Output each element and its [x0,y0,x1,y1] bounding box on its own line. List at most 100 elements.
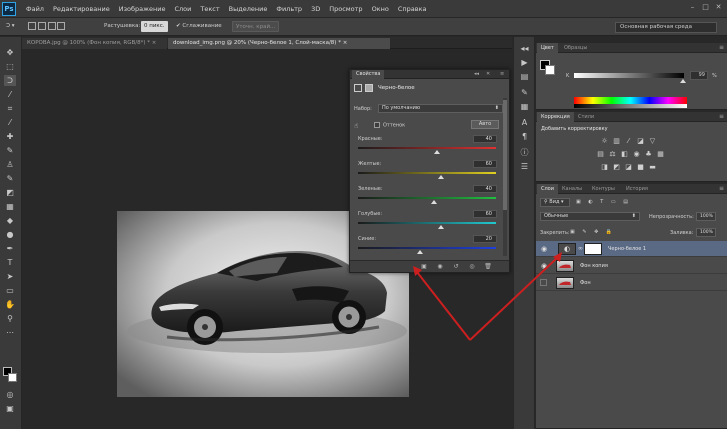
visibility-icon[interactable]: ◎ [468,263,476,271]
panel-icon-character[interactable]: A [519,117,530,128]
slider-track[interactable] [358,222,496,224]
panel-menu-icon[interactable]: ≡ [500,70,504,79]
menu-window[interactable]: Окно [372,5,389,13]
brush-tool-icon[interactable]: ✎ [4,145,16,156]
k-value-input[interactable]: 99 [690,71,708,80]
lasso-tool-icon[interactable]: ᑐ [4,75,16,86]
slider-value-input[interactable]: 60 [473,210,497,218]
exposure-icon[interactable]: ◪ [636,137,645,146]
panel-menu-icon[interactable]: ≡ [719,184,724,194]
auto-button[interactable]: Авто [471,120,499,129]
panel-menu-icon[interactable]: ≡ [719,112,724,122]
menu-layers[interactable]: Слои [174,5,191,13]
crop-tool-icon[interactable]: ⌗ [4,103,16,114]
layer-row-bg[interactable]: Фон [536,275,727,291]
gray-ramp[interactable] [574,104,687,108]
move-tool-icon[interactable]: ✥ [4,47,16,58]
panel-icon-layer-comps[interactable]: ☰ [519,161,530,172]
levels-icon[interactable]: ▥ [612,137,621,146]
stamp-tool-icon[interactable]: ♙ [4,159,16,170]
shape-tool-icon[interactable]: ▭ [4,285,16,296]
workspace-select[interactable]: Основная рабочая среда [615,22,717,33]
add-selection-icon[interactable] [37,21,46,30]
invert-icon[interactable]: ◨ [600,163,609,172]
menu-3d[interactable]: 3D [311,5,320,13]
slider-value-input[interactable]: 40 [473,185,497,193]
zoom-tool-icon[interactable]: ⚲ [4,313,16,324]
layer-filter-icons[interactable]: ▣ ◐ T ▭ ▤ [576,199,631,205]
tab-color[interactable]: Цвет [537,43,558,53]
tint-check-box[interactable] [374,122,380,128]
maximize-icon[interactable]: □ [701,3,710,12]
opacity-input[interactable]: 100% [696,212,716,221]
new-selection-icon[interactable] [28,21,36,30]
brightness-icon[interactable]: ☼ [600,137,609,146]
feather-input[interactable]: 0 пикс. [141,21,168,32]
slider-value-input[interactable]: 20 [473,235,497,243]
posterize-icon[interactable]: ◩ [612,163,621,172]
layer-mask-thumb[interactable] [584,243,602,255]
link-icon[interactable]: ∞ [578,245,583,252]
history-brush-icon[interactable]: ✎ [4,173,16,184]
tint-checkbox[interactable]: Оттенок [374,122,405,129]
panel-icon-history[interactable]: ▤ [519,71,530,82]
adjustment-icon[interactable] [354,84,362,92]
menu-edit[interactable]: Редактирование [53,5,110,13]
hand-tool-icon[interactable]: ✋ [4,299,16,310]
view-previous-icon[interactable]: ◉ [436,263,444,271]
color-ramp[interactable] [574,97,687,104]
selection-mode-icons[interactable] [28,21,66,32]
slider-value-input[interactable]: 40 [473,135,497,143]
fill-input[interactable]: 100% [696,228,716,237]
slider-thumb[interactable] [433,150,440,154]
blur-tool-icon[interactable]: ◆ [4,215,16,226]
menu-view[interactable]: Просмотр [329,5,362,13]
mask-icon[interactable] [365,84,373,92]
slider-track[interactable] [358,147,496,149]
healing-tool-icon[interactable]: ✚ [4,131,16,142]
menu-help[interactable]: Справка [398,5,427,13]
preset-select[interactable]: По умолчанию ⬍ [378,104,503,113]
eye-icon[interactable]: ◉ [540,262,548,270]
bg-color-swatch[interactable] [545,65,555,75]
panel-icon-info[interactable]: ⓘ [519,147,530,158]
close-icon[interactable]: ✕ [714,3,723,12]
menu-file[interactable]: Файл [26,5,44,13]
antialias-checkbox[interactable]: ✔ Сглаживание [176,21,222,32]
hue-sat-icon[interactable]: ▤ [596,150,605,159]
layer-filter-select[interactable]: ⚲ Вид ▾ [540,198,570,207]
tab-close-icon[interactable]: × [152,40,157,46]
lasso-preset-icon[interactable]: ᑐ ▾ [6,21,15,32]
gradient-tool-icon[interactable]: ▦ [4,201,16,212]
reset-icon[interactable]: ↺ [452,263,460,271]
slider-thumb[interactable] [437,175,444,179]
tab-korova[interactable]: КОРОВА.jpg @ 100% (Фон копия, RGB/8*) * … [22,38,167,49]
tab-channels[interactable]: Каналы [558,184,586,194]
menu-select[interactable]: Выделение [229,5,268,13]
tab-swatches[interactable]: Образцы [560,43,591,53]
marquee-tool-icon[interactable]: ⬚ [4,61,16,72]
pen-tool-icon[interactable]: ✒ [4,243,16,254]
gradient-map-icon[interactable]: ▬ [648,163,657,172]
blend-mode-select[interactable]: Обычные ⬍ [540,212,640,221]
panel-icon-brush[interactable]: ✎ [519,87,530,98]
refine-edge-button[interactable]: Уточн. край... [232,21,280,32]
menu-image[interactable]: Изображение [119,5,166,13]
dodge-tool-icon[interactable]: ● [4,229,16,240]
channel-mixer-icon[interactable]: ♣ [644,150,653,159]
type-tool-icon[interactable]: T [4,257,16,268]
threshold-icon[interactable]: ◪ [624,163,633,172]
tab-close-icon[interactable]: × [343,40,348,46]
eraser-tool-icon[interactable]: ◩ [4,187,16,198]
vibrance-icon[interactable]: ▽ [648,137,657,146]
clip-layer-icon[interactable]: ▣ [420,263,428,271]
properties-scrollbar[interactable] [503,98,507,256]
properties-tab[interactable]: Свойства [352,70,385,79]
intersect-selection-icon[interactable] [57,21,66,30]
panel-close-icon[interactable]: ✕ [486,70,490,79]
panel-menu-icon[interactable]: ≡ [719,43,724,53]
targeted-adjust-icon[interactable]: ☝ [354,122,358,130]
screen-mode-icon[interactable]: ▣ [4,403,16,414]
tab-styles[interactable]: Стили [574,112,598,122]
layer-row-bg-copy[interactable]: ◉ Фон копия [536,258,727,274]
